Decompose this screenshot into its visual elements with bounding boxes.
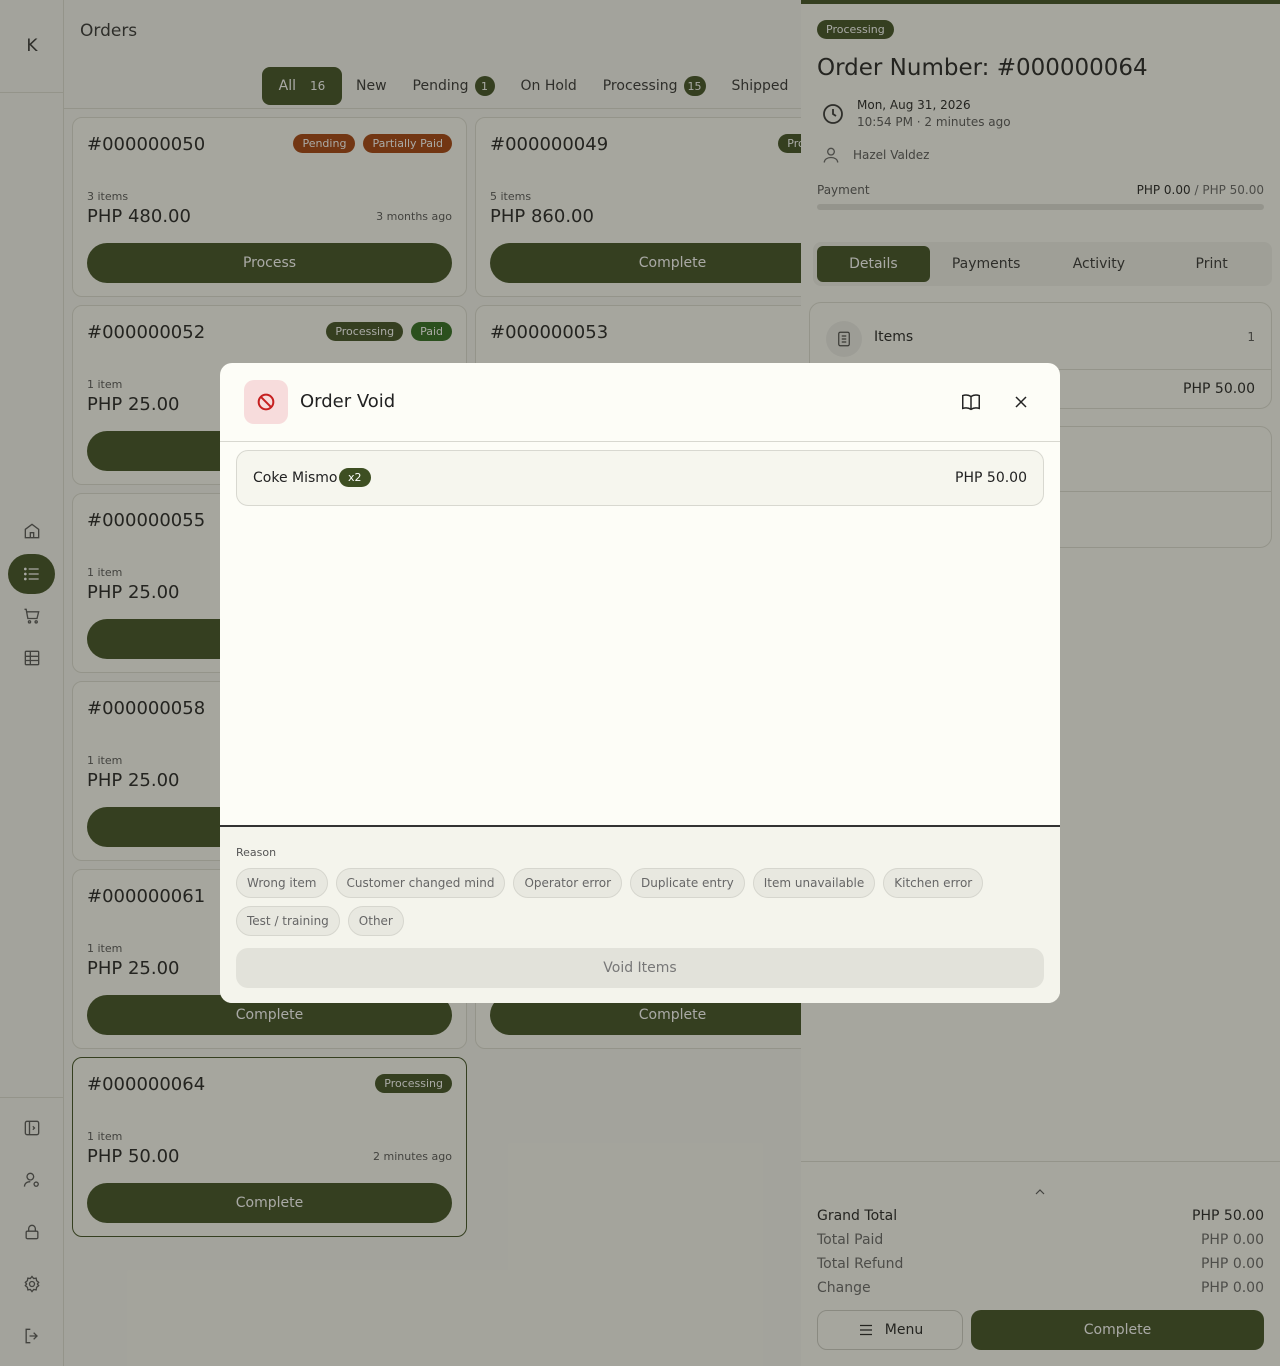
close-icon[interactable] (1011, 392, 1031, 412)
reason-chip[interactable]: Kitchen error (883, 868, 984, 898)
reason-chip[interactable]: Test / training (236, 906, 340, 936)
reason-label: Reason (236, 846, 277, 859)
item-name: Coke Mismo (253, 470, 338, 486)
order-void-dialog: Order Void Coke Mismo x2 PHP 50.00 Reaso… (220, 363, 1060, 1003)
reason-chips: Wrong item Customer changed mind Operato… (236, 868, 1044, 936)
reason-chip[interactable]: Wrong item (236, 868, 328, 898)
reason-chip[interactable]: Operator error (513, 868, 623, 898)
item-quantity-badge: x2 (339, 468, 371, 487)
book-icon[interactable] (960, 391, 982, 413)
reason-chip[interactable]: Item unavailable (752, 868, 876, 898)
reason-chip[interactable]: Duplicate entry (630, 868, 745, 898)
void-item-row[interactable]: Coke Mismo x2 PHP 50.00 (236, 450, 1044, 506)
reason-chip[interactable]: Other (347, 906, 404, 936)
dialog-header: Order Void (220, 363, 1060, 442)
void-reason-section: Reason Wrong item Customer changed mind … (220, 825, 1060, 1003)
dialog-title: Order Void (300, 391, 396, 412)
void-items-button[interactable]: Void Items (236, 948, 1044, 988)
reason-chip[interactable]: Customer changed mind (335, 868, 506, 898)
item-price: PHP 50.00 (955, 470, 1027, 486)
prohibited-icon (244, 380, 288, 424)
